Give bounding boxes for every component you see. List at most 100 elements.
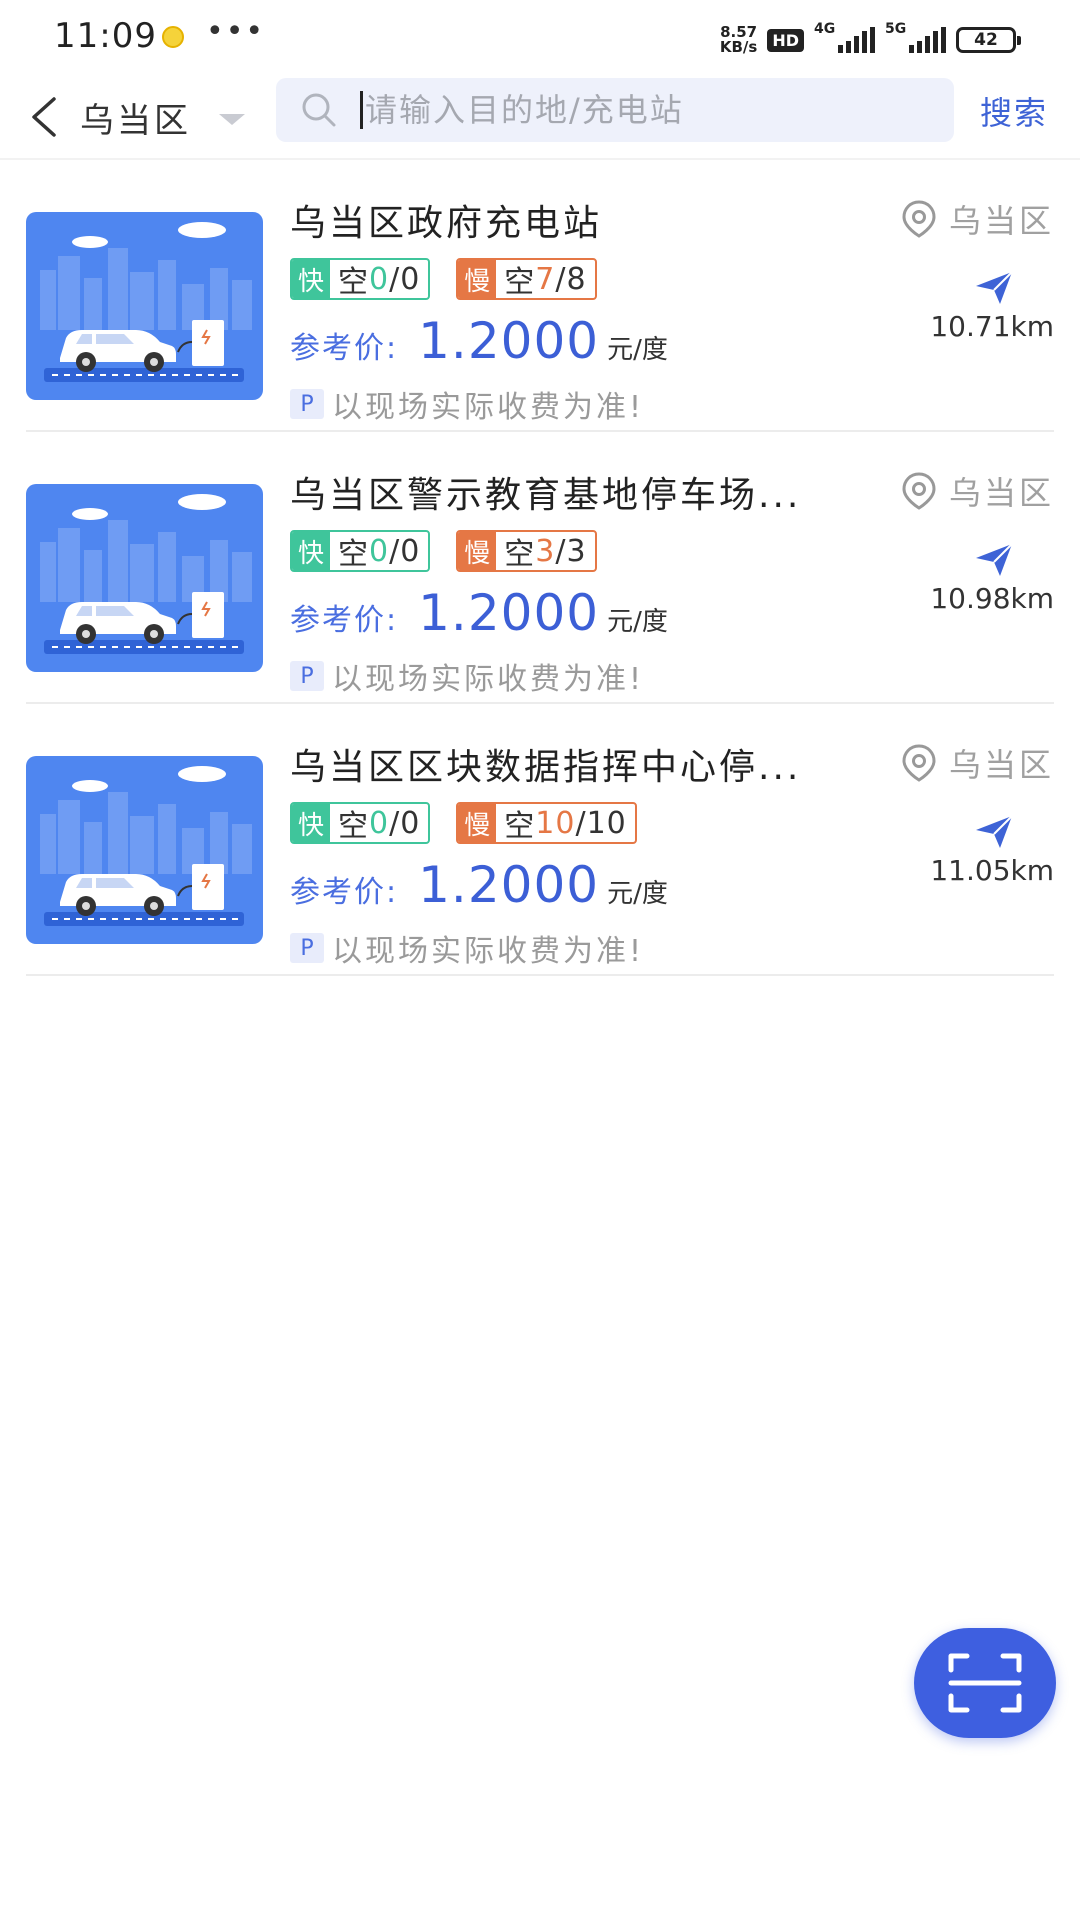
battery-icon: 42: [956, 27, 1021, 53]
slow-free-count: 10: [535, 805, 576, 841]
price-label: 参考价:: [290, 875, 399, 910]
fast-label: 快: [292, 804, 330, 842]
divider: [26, 974, 1054, 976]
slow-charger-tag: 慢 空 10/10: [456, 802, 637, 844]
slow-total-count: /3: [555, 533, 587, 569]
fast-total-count: /0: [389, 533, 421, 569]
slow-free-count: 3: [535, 533, 556, 569]
fast-free-count: 0: [369, 261, 390, 297]
price-row: 参考价: 1.2000 元/度: [290, 312, 668, 370]
fast-total-count: /0: [389, 261, 421, 297]
charger-tags: 快 空 0/0 慢 空 3/3: [290, 530, 597, 572]
slow-availability: 空 3/3: [496, 532, 594, 572]
network-speed-unit: KB/s: [719, 38, 758, 56]
note-row: P 以现场实际收费为准!: [290, 382, 644, 426]
price-note: 以现场实际收费为准!: [332, 934, 645, 969]
signal-4g-label: 4G: [814, 21, 836, 37]
free-prefix: 空: [338, 537, 369, 572]
charger-tags: 快 空 0/0 慢 空 7/8: [290, 258, 597, 300]
price-unit: 元/度: [607, 335, 668, 365]
paper-plane-icon: [976, 815, 1013, 848]
station-card[interactable]: 乌当区政府充电站 乌当区 快 空 0/0 慢 空 7/8 参考价: 1.2000…: [0, 160, 1080, 432]
slow-total-count: /10: [575, 805, 627, 841]
parking-icon: P: [290, 389, 324, 419]
status-bar: 11:09 ••• 8.57 KB/s HD 4G 5G 42: [0, 0, 1080, 76]
price-unit: 元/度: [607, 607, 668, 637]
fast-availability: 空 0/0: [330, 260, 428, 300]
scan-button[interactable]: [914, 1628, 1056, 1738]
fast-label: 快: [292, 532, 330, 570]
free-prefix: 空: [504, 537, 536, 572]
station-location: 乌当区: [901, 196, 1054, 242]
text-cursor: [360, 91, 363, 129]
distance-button[interactable]: 10.71km: [914, 270, 1054, 343]
note-row: P 以现场实际收费为准!: [290, 654, 644, 698]
back-button[interactable]: [18, 86, 70, 148]
more-notifications-icon: •••: [206, 14, 266, 49]
price-value: 1.2000: [418, 856, 600, 914]
slow-availability: 空 7/8: [496, 260, 594, 299]
price-note: 以现场实际收费为准!: [332, 662, 645, 697]
note-row: P 以现场实际收费为准!: [290, 926, 644, 970]
slow-charger-tag: 慢 空 7/8: [456, 258, 597, 300]
station-card[interactable]: 乌当区区块数据指挥中心停... 乌当区 快 空 0/0 慢 空 10/10 参考…: [0, 704, 1080, 976]
charger-tags: 快 空 0/0 慢 空 10/10: [290, 802, 637, 844]
price-unit: 元/度: [607, 879, 668, 909]
status-time: 11:09: [54, 16, 157, 56]
station-district: 乌当区: [948, 746, 1054, 784]
fast-total-count: /0: [389, 805, 421, 841]
hd-icon: HD: [767, 28, 804, 52]
fast-charger-tag: 快 空 0/0: [290, 530, 431, 572]
region-dropdown[interactable]: 乌当区: [80, 86, 245, 148]
station-location: 乌当区: [901, 468, 1054, 514]
search-box[interactable]: [276, 78, 954, 142]
slow-label: 慢: [458, 804, 497, 842]
slow-label: 慢: [458, 260, 497, 298]
price-row: 参考价: 1.2000 元/度: [290, 584, 668, 642]
top-bar: 乌当区 搜索: [0, 76, 1080, 158]
distance-text: 11.05km: [930, 854, 1054, 887]
fast-label: 快: [292, 260, 330, 298]
signal-4g-icon: 4G: [814, 21, 875, 53]
free-prefix: 空: [338, 809, 369, 844]
fast-charger-tag: 快 空 0/0: [290, 258, 431, 300]
signal-5g-label: 5G: [885, 21, 907, 37]
caret-down-icon: [219, 113, 245, 125]
paper-plane-icon: [976, 543, 1013, 576]
region-label: 乌当区: [80, 100, 191, 141]
fast-free-count: 0: [369, 533, 390, 569]
fast-availability: 空 0/0: [330, 532, 428, 572]
station-thumbnail: [26, 212, 263, 400]
slow-total-count: /8: [555, 261, 587, 297]
price-value: 1.2000: [418, 312, 600, 370]
signal-5g-icon: 5G: [885, 21, 946, 53]
station-thumbnail: [26, 484, 263, 672]
free-prefix: 空: [338, 265, 369, 300]
station-card[interactable]: 乌当区警示教育基地停车场... 乌当区 快 空 0/0 慢 空 3/3 参考价:…: [0, 432, 1080, 704]
distance-button[interactable]: 10.98km: [914, 542, 1054, 615]
distance-text: 10.71km: [930, 310, 1054, 343]
search-button[interactable]: 搜索: [980, 88, 1048, 134]
price-label: 参考价:: [290, 603, 399, 638]
station-name: 乌当区政府充电站: [290, 203, 603, 244]
slow-free-count: 7: [535, 261, 556, 297]
free-prefix: 空: [504, 809, 536, 844]
status-indicators: 8.57 KB/s HD 4G 5G 42: [719, 20, 1021, 60]
distance-button[interactable]: 11.05km: [914, 814, 1054, 887]
station-location: 乌当区: [901, 740, 1054, 786]
price-value: 1.2000: [418, 584, 600, 642]
scan-icon: [948, 1653, 1022, 1713]
location-pin-icon: [902, 200, 936, 238]
search-input[interactable]: [365, 91, 905, 129]
station-district: 乌当区: [948, 474, 1054, 512]
paper-plane-icon: [976, 271, 1013, 304]
station-name: 乌当区警示教育基地停车场...: [290, 475, 802, 516]
station-district: 乌当区: [948, 202, 1054, 240]
fast-availability: 空 0/0: [330, 804, 428, 844]
slow-charger-tag: 慢 空 3/3: [456, 530, 597, 572]
slow-availability: 空 10/10: [496, 804, 634, 844]
distance-text: 10.98km: [930, 582, 1054, 615]
notification-emoji-icon: [162, 26, 184, 48]
price-note: 以现场实际收费为准!: [332, 390, 645, 425]
fast-free-count: 0: [369, 805, 390, 841]
